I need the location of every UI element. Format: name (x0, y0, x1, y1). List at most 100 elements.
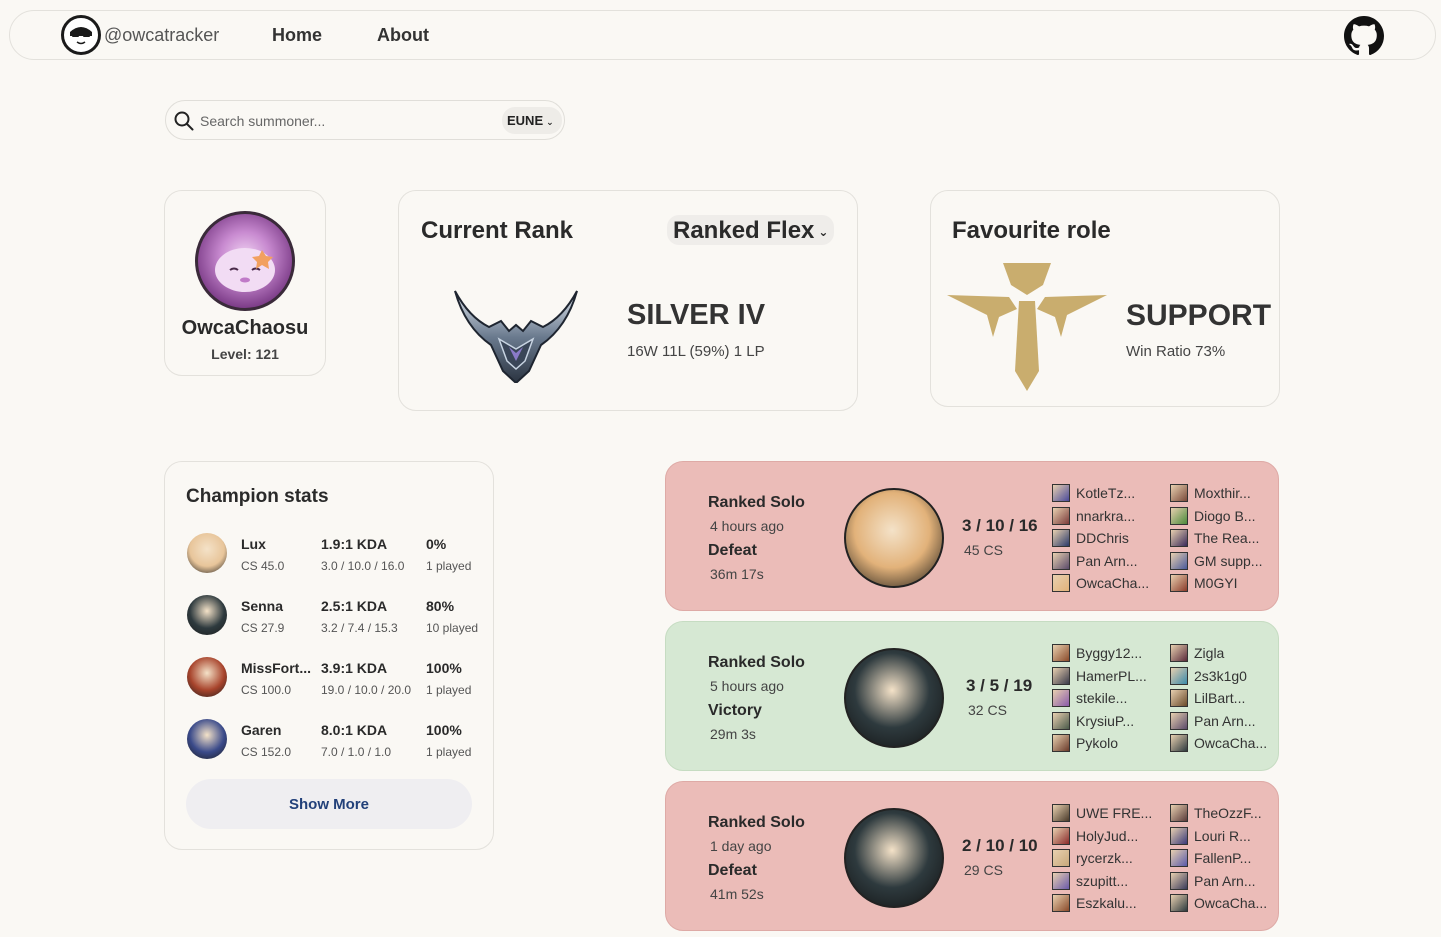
player-champion-icon (1052, 689, 1070, 707)
match-player[interactable]: Diogo B... (1170, 505, 1288, 528)
match-player[interactable]: rycerzk... (1052, 847, 1170, 870)
match-player[interactable]: FallenP... (1170, 847, 1288, 870)
match-player[interactable]: Pykolo (1052, 732, 1170, 755)
match-card[interactable]: Ranked Solo 5 hours ago Victory 29m 3s 3 / 5… (665, 621, 1279, 771)
player-champion-icon (1170, 484, 1188, 502)
match-player[interactable]: KotleTz... (1052, 482, 1170, 505)
match-player[interactable]: HolyJud... (1052, 825, 1170, 848)
summoner-level: Level: 121 (211, 346, 279, 362)
match-player[interactable]: OwcaCha... (1170, 732, 1288, 755)
match-player[interactable]: Zigla (1170, 642, 1288, 665)
match-player[interactable]: KrysiuP... (1052, 710, 1170, 733)
match-player[interactable]: 2s3k1g0 (1170, 665, 1288, 688)
player-champion-icon (1170, 849, 1188, 867)
match-queue: Ranked Solo (708, 814, 805, 831)
champion-kda: 3.9:1 KDA (321, 660, 388, 676)
queue-type-select[interactable]: Ranked Flex ⌄ (667, 215, 835, 245)
champion-icon (187, 719, 227, 759)
match-player[interactable]: M0GYI (1170, 572, 1288, 595)
match-card[interactable]: Ranked Solo 1 day ago Defeat 41m 52s 2 / 10 … (665, 781, 1279, 931)
match-team1: Byggy12... HamerPL... stekile... KrysiuP...… (1052, 642, 1170, 755)
match-player[interactable]: UWE FRE... (1052, 802, 1170, 825)
queue-type-label: Ranked Flex (673, 217, 815, 244)
champion-name: Lux (241, 536, 266, 552)
match-player[interactable]: szupitt... (1052, 870, 1170, 893)
champion-row[interactable]: Garen CS 152.0 8.0:1 KDA 7.0 / 1.0 / 1.0 100… (185, 716, 485, 764)
match-duration: 36m 17s (710, 566, 764, 582)
match-cs: 29 CS (964, 862, 1003, 878)
match-player[interactable]: Eszkalu... (1052, 892, 1170, 915)
match-player[interactable]: nnarkra... (1052, 505, 1170, 528)
match-player[interactable]: Byggy12... (1052, 642, 1170, 665)
match-player[interactable]: Louri R... (1170, 825, 1288, 848)
player-champion-icon (1052, 894, 1070, 912)
champion-name: Garen (241, 722, 282, 738)
match-player[interactable]: Pan Arn... (1052, 550, 1170, 573)
champion-row[interactable]: MissFort... CS 100.0 3.9:1 KDA 19.0 / 10.0 … (185, 654, 485, 702)
champion-kda-detail: 19.0 / 10.0 / 20.0 (321, 683, 412, 697)
match-player[interactable]: OwcaCha... (1052, 572, 1170, 595)
match-kda: 2 / 10 / 10 (962, 836, 1038, 855)
silver-emblem-icon (454, 290, 578, 383)
champion-played: 10 played (426, 621, 479, 635)
player-name: szupitt... (1076, 872, 1129, 889)
match-player[interactable]: HamerPL... (1052, 665, 1170, 688)
champion-kda: 2.5:1 KDA (321, 598, 388, 614)
player-champion-icon (1170, 894, 1188, 912)
player-name: OwcaCha... (1076, 575, 1150, 591)
player-champion-icon (1052, 551, 1070, 570)
nav-home-link[interactable]: Home (272, 25, 322, 46)
match-player[interactable]: LilBart... (1170, 687, 1288, 710)
champion-name: Senna (241, 598, 284, 614)
match-player[interactable]: Pan Arn... (1170, 710, 1288, 733)
player-name: Pan Arn... (1076, 552, 1138, 569)
champion-winrate: 80% (426, 598, 455, 614)
champion-winrate: 100% (426, 660, 462, 676)
show-more-button[interactable]: Show More (186, 779, 472, 829)
player-champion-icon (1052, 826, 1070, 845)
player-name: LilBart... (1194, 690, 1246, 706)
role-card-title: Favourite role (952, 217, 1111, 244)
top-nav: @owcatracker Home About (9, 10, 1436, 60)
match-player[interactable]: The Rea... (1170, 527, 1288, 550)
github-icon[interactable] (1344, 16, 1384, 56)
region-select[interactable]: EUNE ⌄ (502, 107, 562, 134)
search-input[interactable] (200, 111, 490, 131)
champion-row[interactable]: Lux CS 45.0 1.9:1 KDA 3.0 / 10.0 / 16.0 0% 1 … (185, 530, 485, 578)
match-champion-icon (844, 648, 944, 748)
match-player[interactable]: Moxthir... (1170, 482, 1288, 505)
current-rank-card: Current Rank Ranked Flex ⌄ SILVER IV 16W … (398, 190, 858, 411)
match-result: Defeat (708, 862, 757, 879)
player-champion-icon (1170, 689, 1188, 707)
player-name: DDChris (1076, 530, 1129, 546)
champion-stats-card: Champion stats Lux CS 45.0 1.9:1 KDA 3.0 / … (164, 461, 494, 850)
site-handle[interactable]: @owcatracker (104, 25, 219, 46)
match-result: Defeat (708, 542, 757, 559)
match-player[interactable]: GM supp... (1170, 550, 1288, 573)
champion-icon (187, 533, 227, 573)
region-label: EUNE (507, 113, 544, 128)
match-player[interactable]: DDChris (1052, 527, 1170, 550)
match-queue: Ranked Solo (708, 494, 805, 511)
player-champion-icon (1052, 871, 1070, 890)
champion-played: 1 played (426, 683, 472, 697)
match-player[interactable]: stekile... (1052, 687, 1170, 710)
nav-about-link[interactable]: About (377, 25, 429, 46)
match-kda: 3 / 10 / 16 (962, 516, 1038, 535)
player-name: UWE FRE... (1076, 805, 1153, 821)
rank-card-title: Current Rank (421, 217, 574, 244)
match-card[interactable]: Ranked Solo 4 hours ago Defeat 36m 17s 3 / 1… (665, 461, 1279, 611)
match-team2: Zigla 2s3k1g0 LilBart... Pan Arn... OwcaCha.… (1170, 642, 1288, 755)
profile-card: OwcaChaosu Level: 121 (164, 190, 326, 376)
player-champion-icon (1170, 666, 1188, 685)
champion-kda: 8.0:1 KDA (321, 722, 388, 738)
match-player[interactable]: Pan Arn... (1170, 870, 1288, 893)
champion-cs: CS 27.9 (241, 621, 285, 635)
player-name: M0GYI (1194, 575, 1238, 591)
owl-logo-icon[interactable] (61, 15, 101, 55)
champion-row[interactable]: Senna CS 27.9 2.5:1 KDA 3.2 / 7.4 / 15.3 80%… (185, 592, 485, 640)
match-player[interactable]: OwcaCha... (1170, 892, 1288, 915)
role-name: SUPPORT (1126, 299, 1272, 332)
match-player[interactable]: TheOzzF... (1170, 802, 1288, 825)
player-name: GM supp... (1194, 552, 1263, 569)
